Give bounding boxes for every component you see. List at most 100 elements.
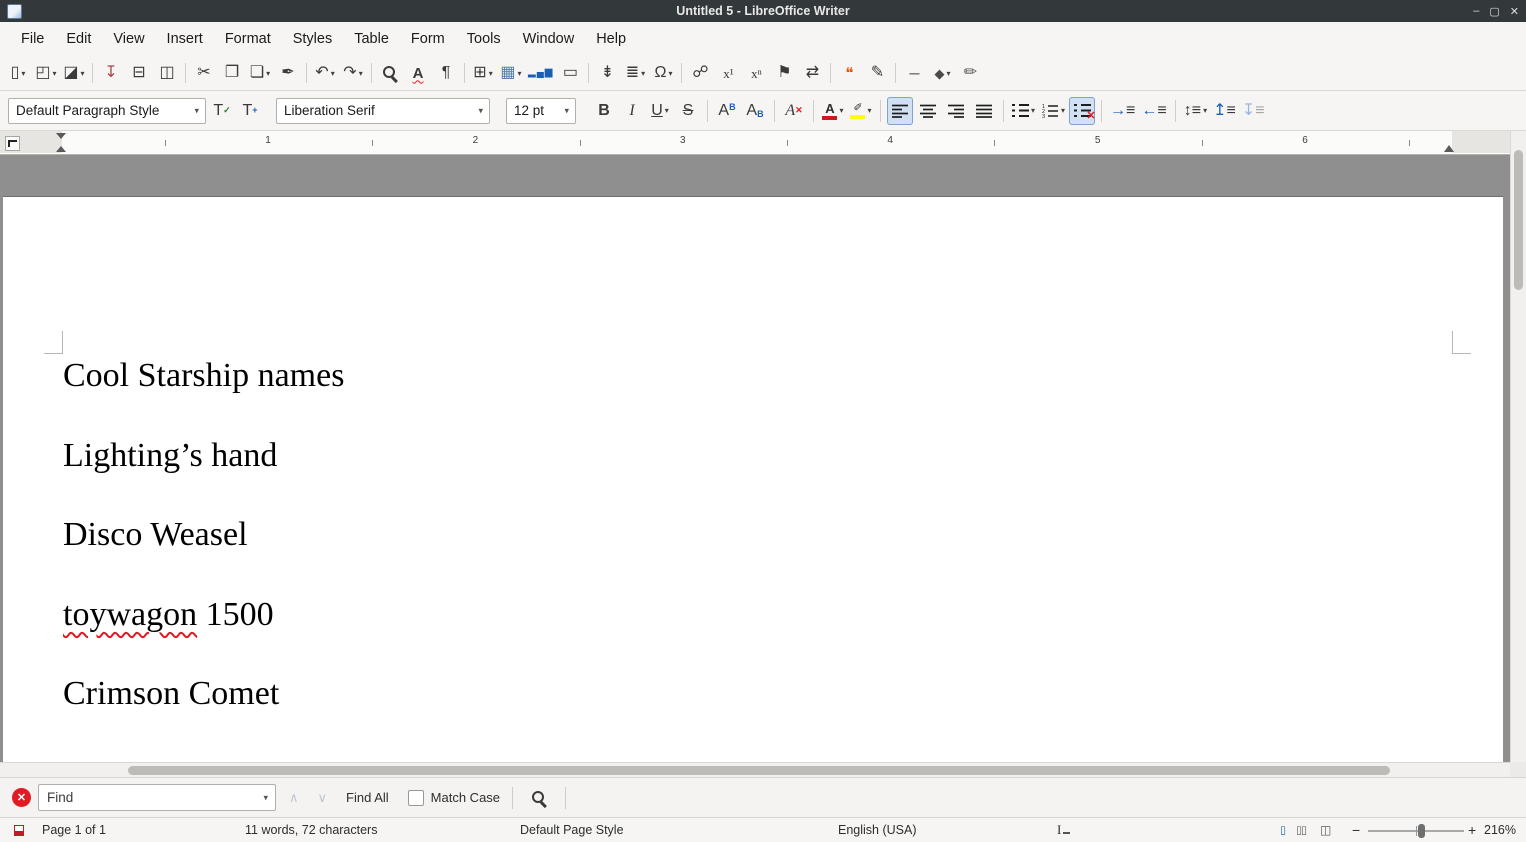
multi-page-view-button[interactable]: ▯▯: [1296, 824, 1306, 837]
new-document-button[interactable]: ▯: [5, 60, 31, 86]
cut-button[interactable]: ✂: [191, 60, 217, 86]
zoom-level[interactable]: 216%: [1484, 823, 1516, 837]
menu-table[interactable]: Table: [343, 22, 400, 56]
insert-comment-button[interactable]: ❝: [836, 60, 862, 86]
redo-button[interactable]: ↷: [340, 60, 366, 86]
update-style-button[interactable]: T✓: [209, 97, 235, 125]
show-draw-functions-button[interactable]: ✏: [957, 60, 983, 86]
insert-endnote-button[interactable]: xⁿ: [743, 60, 769, 86]
align-left-button[interactable]: [887, 97, 913, 125]
basic-shapes-button[interactable]: ◆: [929, 60, 955, 86]
numbered-list-button[interactable]: 1 2 3: [1039, 97, 1067, 125]
insertion-mode-icon[interactable]: I: [1057, 822, 1070, 838]
vertical-scrollbar[interactable]: [1510, 131, 1526, 762]
decrease-indent-button[interactable]: ←≡: [1139, 97, 1168, 125]
paragraph-text[interactable]: 1500: [197, 596, 274, 633]
ruler-scale[interactable]: 123456: [0, 131, 1510, 154]
insert-field-button[interactable]: ≣: [622, 60, 648, 86]
line-spacing-button[interactable]: ↕≡: [1182, 97, 1209, 125]
document-text[interactable]: Cool Starship names Lighting’s hand Disc…: [3, 197, 1503, 716]
clone-formatting-button[interactable]: ✒: [275, 60, 301, 86]
document-area[interactable]: Cool Starship names Lighting’s hand Disc…: [0, 155, 1510, 762]
misspelled-word[interactable]: toywagon: [63, 596, 197, 633]
menu-format[interactable]: Format: [214, 22, 282, 56]
new-style-button[interactable]: T+: [237, 97, 263, 125]
formatting-marks-button[interactable]: ¶: [433, 60, 459, 86]
align-justify-button[interactable]: [971, 97, 997, 125]
clear-formatting-button[interactable]: A✕: [781, 97, 807, 125]
vertical-scrollbar-thumb[interactable]: [1514, 150, 1523, 290]
align-center-button[interactable]: [915, 97, 941, 125]
increase-paragraph-spacing-button[interactable]: ↥≡: [1211, 97, 1238, 125]
paragraph[interactable]: Cool Starship names: [63, 355, 1463, 398]
insert-bookmark-button[interactable]: ⚑: [771, 60, 797, 86]
zoom-out-button[interactable]: −: [1352, 822, 1360, 838]
superscript-button[interactable]: AB: [714, 97, 740, 125]
paragraph[interactable]: Lighting’s hand: [63, 435, 1463, 478]
decrease-paragraph-spacing-button[interactable]: ↧≡: [1240, 97, 1267, 125]
subscript-button[interactable]: AB: [742, 97, 768, 125]
single-page-view-button[interactable]: ▯: [1280, 824, 1285, 837]
menu-form[interactable]: Form: [400, 22, 456, 56]
insert-special-character-button[interactable]: Ω: [650, 60, 676, 86]
close-find-button[interactable]: [12, 788, 31, 807]
bold-button[interactable]: B: [591, 97, 617, 125]
paragraph[interactable]: Disco Weasel: [63, 514, 1463, 557]
insert-image-button[interactable]: ▦: [498, 60, 524, 86]
find-replace-button[interactable]: [377, 60, 403, 86]
menu-help[interactable]: Help: [585, 22, 637, 56]
copy-button[interactable]: ❐: [219, 60, 245, 86]
close-button[interactable]: ✕: [1510, 5, 1519, 18]
save-button[interactable]: ◪: [61, 60, 87, 86]
document-page[interactable]: Cool Starship names Lighting’s hand Disc…: [3, 196, 1503, 762]
word-count-status[interactable]: 11 words, 72 characters: [245, 823, 377, 837]
left-indent-marker[interactable]: [56, 133, 67, 152]
minimize-button[interactable]: –: [1473, 5, 1479, 17]
language-status[interactable]: English (USA): [838, 823, 917, 837]
ruler[interactable]: 123456: [0, 131, 1510, 155]
export-pdf-button[interactable]: ↧: [98, 60, 124, 86]
match-case-checkbox[interactable]: [408, 790, 424, 806]
print-preview-button[interactable]: ◫: [154, 60, 180, 86]
book-view-button[interactable]: ◫: [1320, 823, 1330, 837]
undo-button[interactable]: ↶: [312, 60, 338, 86]
find-previous-button[interactable]: ∧: [283, 790, 305, 806]
match-case-label[interactable]: Match Case: [431, 790, 500, 805]
menu-view[interactable]: View: [102, 22, 155, 56]
insert-table-button[interactable]: ⊞: [470, 60, 496, 86]
menu-insert[interactable]: Insert: [156, 22, 214, 56]
find-input[interactable]: [38, 784, 276, 811]
menu-edit[interactable]: Edit: [55, 22, 102, 56]
paste-button[interactable]: ❏: [247, 60, 273, 86]
zoom-slider-thumb[interactable]: [1418, 824, 1425, 838]
increase-indent-button[interactable]: →≡: [1108, 97, 1137, 125]
insert-footnote-button[interactable]: x¹: [715, 60, 741, 86]
tab-stop-selector[interactable]: [5, 136, 20, 151]
strikethrough-button[interactable]: S: [675, 97, 701, 125]
paragraph-style-select[interactable]: Default Paragraph Style: [8, 98, 206, 124]
underline-button[interactable]: U: [647, 97, 673, 125]
find-and-replace-button[interactable]: [526, 785, 552, 811]
font-name-select[interactable]: Liberation Serif: [276, 98, 490, 124]
horizontal-scrollbar-thumb[interactable]: [128, 766, 1390, 775]
insert-chart-button[interactable]: ▂▄▆: [526, 60, 555, 86]
spelling-button[interactable]: A: [405, 60, 431, 86]
font-size-select[interactable]: 12 pt: [506, 98, 576, 124]
no-list-button[interactable]: [1069, 97, 1095, 125]
menu-window[interactable]: Window: [512, 22, 586, 56]
highlight-color-button[interactable]: ✐: [848, 97, 874, 125]
zoom-slider[interactable]: [1368, 830, 1464, 832]
bullet-list-button[interactable]: [1010, 97, 1037, 125]
insert-line-button[interactable]: ─: [901, 60, 927, 86]
font-color-button[interactable]: A: [820, 97, 846, 125]
menu-file[interactable]: File: [10, 22, 55, 56]
menu-tools[interactable]: Tools: [456, 22, 512, 56]
right-indent-marker[interactable]: [1444, 140, 1454, 152]
document-modified-icon[interactable]: [14, 825, 24, 836]
menu-styles[interactable]: Styles: [282, 22, 344, 56]
insert-text-box-button[interactable]: ▭: [557, 60, 583, 86]
page-number-status[interactable]: Page 1 of 1: [42, 823, 106, 837]
restore-button[interactable]: ▢: [1489, 5, 1499, 18]
find-all-button[interactable]: Find All: [346, 790, 389, 805]
insert-cross-reference-button[interactable]: ⇄: [799, 60, 825, 86]
